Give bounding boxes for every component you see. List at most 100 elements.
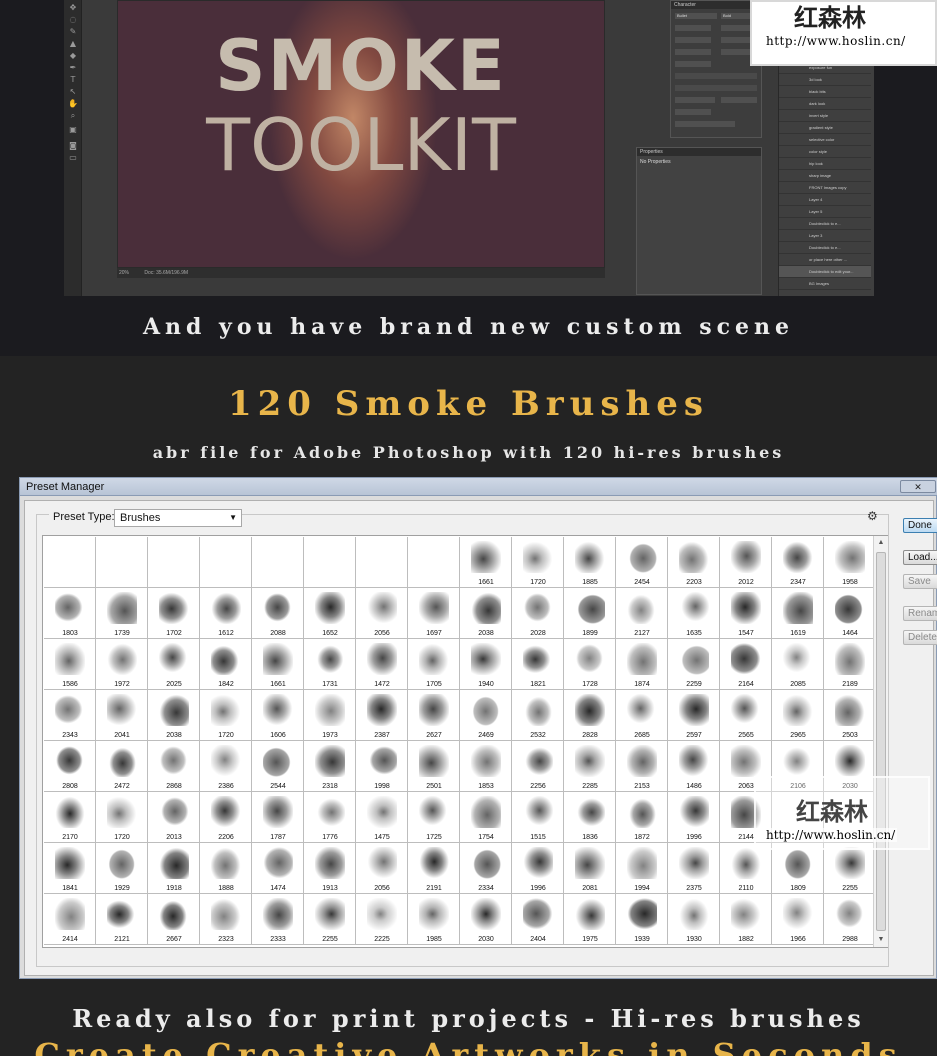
layer-row[interactable]: or place here other ... (779, 254, 871, 266)
brush-tool-icon[interactable]: ✎ (68, 28, 78, 36)
quick-mask-icon[interactable]: ◙ (68, 142, 78, 150)
digits-select[interactable] (675, 121, 735, 127)
layer-row[interactable]: selective color (779, 134, 871, 146)
done-button[interactable]: Done (903, 518, 937, 533)
brush-cell[interactable]: 2454 (616, 537, 668, 588)
brush-cell[interactable]: 1836 (564, 792, 616, 843)
scrollbar-thumb[interactable] (876, 552, 886, 931)
stamp-tool-icon[interactable]: ▲ (68, 40, 78, 48)
brush-cell[interactable]: 1972 (96, 639, 148, 690)
screen-mode-icon[interactable]: ▭ (68, 154, 78, 162)
rename-button[interactable]: Rename... (903, 606, 937, 621)
brush-cell[interactable]: 1720 (200, 690, 252, 741)
brush-cell[interactable]: 2056 (356, 843, 408, 894)
layer-row[interactable]: Doubleclick to e... (779, 242, 871, 254)
scroll-down-icon[interactable]: ▼ (874, 933, 888, 947)
brush-cell[interactable]: 1652 (304, 588, 356, 639)
brush-cell[interactable]: 1619 (772, 588, 824, 639)
brush-cell[interactable]: 1899 (564, 588, 616, 639)
layer-row[interactable]: dark look (779, 98, 871, 110)
brush-cell[interactable]: 1929 (96, 843, 148, 894)
zoom-level[interactable]: 20% (119, 270, 129, 276)
layer-row[interactable]: color style (779, 146, 871, 158)
layer-row[interactable]: Layer 4 (779, 194, 871, 206)
brush-cell[interactable]: 1475 (356, 792, 408, 843)
brush-cell[interactable]: 1739 (96, 588, 148, 639)
brush-cell[interactable]: 2164 (720, 639, 772, 690)
close-icon[interactable]: ✕ (900, 480, 936, 493)
layer-row[interactable]: Layer 5 (779, 206, 871, 218)
brush-cell[interactable]: 2056 (356, 588, 408, 639)
brush-cell[interactable]: 2038 (460, 588, 512, 639)
type-tool-icon[interactable]: T (68, 76, 78, 84)
layer-row[interactable]: hip look (779, 158, 871, 170)
brush-cell[interactable]: 2347 (772, 537, 824, 588)
brush-cell[interactable]: 2203 (668, 537, 720, 588)
brush-cell[interactable]: 2414 (44, 894, 96, 945)
brush-cell[interactable]: 2041 (96, 690, 148, 741)
brush-cell[interactable]: 2225 (356, 894, 408, 945)
brush-cell[interactable]: 2110 (720, 843, 772, 894)
load-button[interactable]: Load... (903, 550, 937, 565)
brush-cell[interactable] (200, 537, 252, 588)
brush-cell[interactable] (408, 537, 460, 588)
font-size-field[interactable] (675, 25, 711, 31)
brush-cell[interactable]: 2965 (772, 690, 824, 741)
layer-row[interactable]: Doubleclick to edit your... (779, 266, 871, 278)
brush-cell[interactable]: 2868 (148, 741, 200, 792)
brush-cell[interactable]: 1853 (460, 741, 512, 792)
vertical-scale-field[interactable] (675, 49, 711, 55)
brush-cell[interactable]: 1885 (564, 537, 616, 588)
brush-cell[interactable]: 1973 (304, 690, 356, 741)
brush-cell[interactable]: 1725 (408, 792, 460, 843)
brush-cell[interactable]: 2597 (668, 690, 720, 741)
brush-cell[interactable]: 2085 (772, 639, 824, 690)
brush-cell[interactable]: 1966 (772, 894, 824, 945)
brush-cell[interactable]: 2472 (96, 741, 148, 792)
brush-cell[interactable]: 2038 (148, 690, 200, 741)
brush-cell[interactable]: 1754 (460, 792, 512, 843)
brush-cell[interactable]: 1661 (460, 537, 512, 588)
document-canvas[interactable]: SMOKE TOOLKIT (117, 0, 605, 268)
brush-cell[interactable]: 2685 (616, 690, 668, 741)
brush-cell[interactable]: 2028 (512, 588, 564, 639)
brush-cell[interactable]: 1803 (44, 588, 96, 639)
layer-row[interactable]: Doubleclick to e... (779, 218, 871, 230)
preset-type-select[interactable]: Brushes ▼ (114, 509, 242, 527)
dialog-titlebar[interactable]: Preset Manager ✕ (20, 478, 937, 496)
brush-cell[interactable]: 1464 (824, 588, 876, 639)
brush-cell[interactable]: 2532 (512, 690, 564, 741)
pen-tool-icon[interactable]: ✒ (68, 64, 78, 72)
brush-cell[interactable] (356, 537, 408, 588)
color-swatch-icon[interactable]: ▣ (68, 126, 78, 134)
layer-row[interactable]: Layer 3 (779, 230, 871, 242)
brush-cell[interactable]: 2170 (44, 792, 96, 843)
brush-cell[interactable] (148, 537, 200, 588)
layer-row[interactable]: 3d look (779, 74, 871, 86)
eraser-tool-icon[interactable]: ◆ (68, 52, 78, 60)
brush-cell[interactable]: 2565 (720, 690, 772, 741)
brush-cell[interactable]: 2255 (304, 894, 356, 945)
brush-cell[interactable]: 2988 (824, 894, 876, 945)
brush-cell[interactable]: 1985 (408, 894, 460, 945)
brush-cell[interactable]: 1809 (772, 843, 824, 894)
properties-panel-title[interactable]: Properties (637, 148, 761, 156)
brush-cell[interactable]: 2501 (408, 741, 460, 792)
brush-cell[interactable]: 1697 (408, 588, 460, 639)
brush-cell[interactable]: 1872 (616, 792, 668, 843)
brush-cell[interactable]: 1874 (616, 639, 668, 690)
font-family-select[interactable]: Bullet (675, 13, 717, 19)
brush-cell[interactable]: 2012 (720, 537, 772, 588)
hand-tool-icon[interactable]: ✋ (68, 100, 78, 108)
brush-cell[interactable]: 1515 (512, 792, 564, 843)
brush-cell[interactable]: 1958 (824, 537, 876, 588)
scroll-up-icon[interactable]: ▲ (874, 536, 888, 550)
brush-cell[interactable]: 1841 (44, 843, 96, 894)
layer-row[interactable]: sharp image (779, 170, 871, 182)
brush-cell[interactable]: 1720 (96, 792, 148, 843)
brush-cell[interactable]: 2127 (616, 588, 668, 639)
brush-cell[interactable]: 2323 (200, 894, 252, 945)
brush-cell[interactable]: 2255 (824, 843, 876, 894)
brush-cell[interactable]: 1888 (200, 843, 252, 894)
brush-cell[interactable]: 1994 (616, 843, 668, 894)
